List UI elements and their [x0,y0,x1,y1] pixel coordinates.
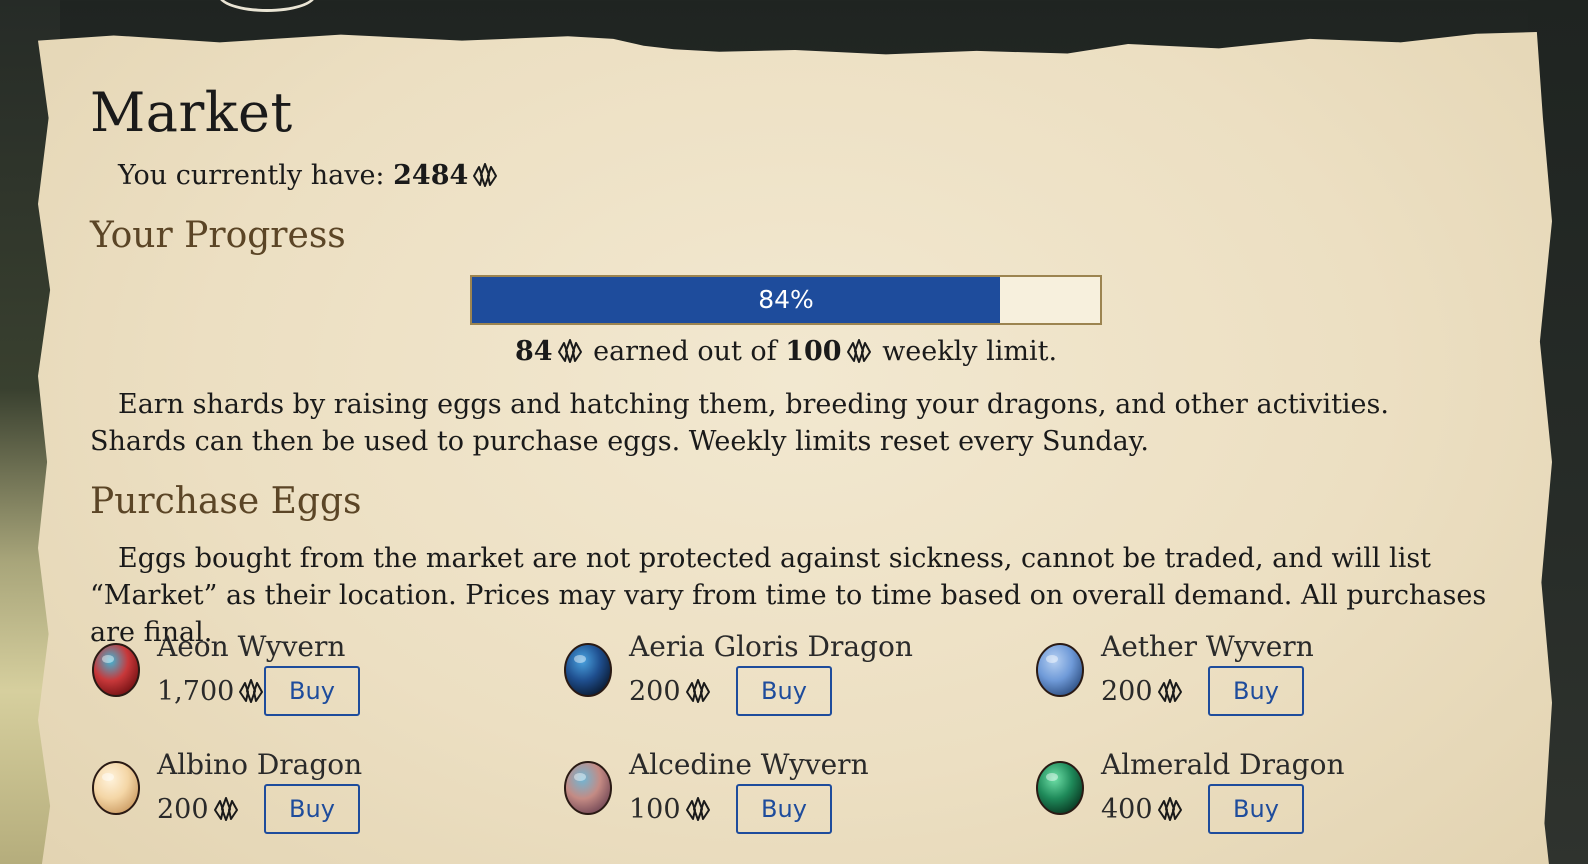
egg-name: Alcedine Wyvern [629,748,869,781]
buy-button[interactable]: Buy [264,784,360,834]
egg-name: Aeon Wyvern [157,630,346,663]
egg-image [92,643,140,697]
earn-info-text: Earn shards by raising eggs and hatching… [90,389,1389,457]
weekly-progress-bar: 84% [470,275,1102,325]
shard-icon [683,678,713,714]
progress-heading: Your Progress [90,215,346,256]
header-ornament [218,0,316,12]
buy-button[interactable]: Buy [264,666,360,716]
shard-icon [236,678,266,714]
egg-price: 200 [629,674,713,714]
shard-icon [683,796,713,832]
egg-item: Albino Dragon 200 Buy [90,748,510,848]
currency-balance: You currently have: 2484 [118,158,500,198]
egg-image [92,761,140,815]
currency-label: You currently have: [118,160,394,191]
egg-price: 1,700 [157,674,266,714]
page-title: Market [90,81,293,144]
egg-name: Aether Wyvern [1101,630,1314,663]
egg-item: Aeria Gloris Dragon 200 Buy [562,630,982,730]
shard-icon [555,338,585,374]
egg-name: Aeria Gloris Dragon [629,630,913,663]
egg-name: Albino Dragon [157,748,363,781]
buy-button[interactable]: Buy [736,784,832,834]
egg-image [1036,643,1084,697]
egg-item: Almerald Dragon 400 Buy [1034,748,1454,848]
egg-price-value: 200 [1101,676,1153,707]
currency-amount: 2484 [393,160,469,191]
earned-amount: 84 [514,336,553,367]
buy-button[interactable]: Buy [1208,666,1304,716]
egg-price-value: 400 [1101,794,1153,825]
egg-price-value: 1,700 [157,676,235,707]
earned-middle-text: earned out of [584,336,786,367]
shard-icon [1155,678,1185,714]
egg-price: 400 [1101,792,1185,832]
egg-price-value: 200 [157,794,209,825]
weekly-limit-amount: 100 [785,336,842,367]
progress-percent: 84% [758,285,814,314]
egg-price: 200 [1101,674,1185,714]
shard-icon [1155,796,1185,832]
purchase-heading: Purchase Eggs [90,481,362,522]
egg-item: Alcedine Wyvern 100 Buy [562,748,982,848]
egg-price-value: 100 [629,794,681,825]
progress-caption: 84 earned out of 100 weekly limit. [470,334,1102,374]
egg-name: Almerald Dragon [1101,748,1345,781]
limit-suffix-text: weekly limit. [873,336,1058,367]
buy-button[interactable]: Buy [1208,784,1304,834]
egg-item: Aether Wyvern 200 Buy [1034,630,1454,730]
buy-button[interactable]: Buy [736,666,832,716]
egg-price: 100 [629,792,713,832]
shard-icon [211,796,241,832]
egg-image [564,643,612,697]
shard-icon [844,338,874,374]
egg-image [1036,761,1084,815]
egg-item: Aeon Wyvern 1,700 Buy [90,630,510,730]
egg-price: 200 [157,792,241,832]
egg-image [564,761,612,815]
shard-icon [470,162,500,198]
egg-price-value: 200 [629,676,681,707]
